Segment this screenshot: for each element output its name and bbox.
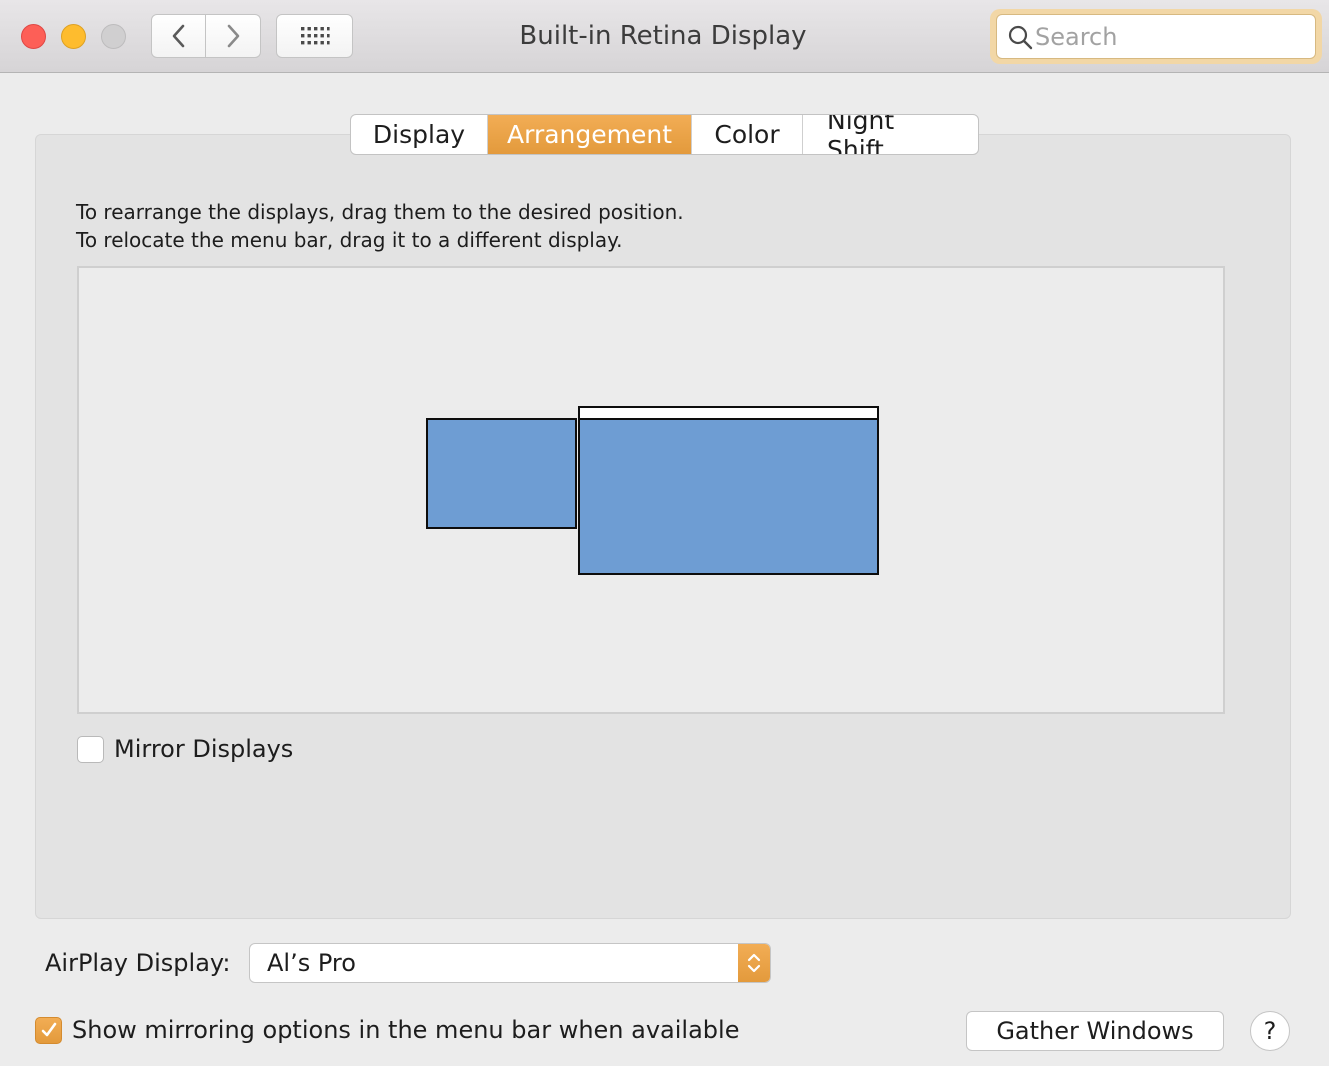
mirror-displays-label[interactable]: Mirror Displays <box>114 735 293 763</box>
navigation-group <box>151 14 262 58</box>
grid-icon <box>300 27 330 45</box>
tab-color[interactable]: Color <box>692 115 803 154</box>
search-input[interactable] <box>1033 22 1305 51</box>
back-button[interactable] <box>151 14 206 58</box>
secondary-display[interactable] <box>426 418 577 529</box>
zoom-button <box>101 24 126 49</box>
arrangement-instructions: To rearrange the displays, drag them to … <box>76 198 684 254</box>
title-bar: Built-in Retina Display <box>0 0 1329 73</box>
tab-display[interactable]: Display <box>351 115 488 154</box>
chevron-left-icon <box>172 24 184 48</box>
show-mirroring-label[interactable]: Show mirroring options in the menu bar w… <box>72 1016 739 1044</box>
show-all-button[interactable] <box>276 14 353 58</box>
tab-bar: Display Arrangement Color Night Shift <box>350 114 979 155</box>
main-display[interactable] <box>578 418 879 575</box>
search-focus-ring <box>990 9 1322 64</box>
menu-bar-handle[interactable] <box>578 406 879 420</box>
airplay-display-label: AirPlay Display: <box>45 949 231 977</box>
instruction-line: To relocate the menu bar, drag it to a d… <box>76 228 623 252</box>
tab-night-shift[interactable]: Night Shift <box>803 115 978 154</box>
show-mirroring-checkbox[interactable] <box>35 1016 62 1044</box>
forward-button[interactable] <box>206 14 261 58</box>
display-arrangement-area <box>77 266 1225 714</box>
checkmark-icon <box>41 1022 56 1037</box>
gather-windows-button[interactable]: Gather Windows <box>966 1011 1224 1051</box>
window-title: Built-in Retina Display <box>519 21 807 51</box>
airplay-selected-value: Al’s Pro <box>267 949 356 977</box>
chevron-right-icon <box>227 24 240 48</box>
tab-arrangement[interactable]: Arrangement <box>488 115 692 154</box>
mirror-displays-row: Mirror Displays <box>77 735 293 763</box>
search-field[interactable] <box>996 14 1316 59</box>
select-arrows-icon <box>738 944 770 982</box>
airplay-display-select[interactable]: Al’s Pro <box>249 943 771 983</box>
instruction-line: To rearrange the displays, drag them to … <box>76 200 684 224</box>
close-button[interactable] <box>21 24 46 49</box>
minimize-button[interactable] <box>61 24 86 49</box>
show-mirroring-row: Show mirroring options in the menu bar w… <box>35 1016 739 1044</box>
search-icon <box>1007 24 1033 50</box>
help-button[interactable]: ? <box>1250 1011 1290 1051</box>
mirror-displays-checkbox[interactable] <box>77 735 104 763</box>
